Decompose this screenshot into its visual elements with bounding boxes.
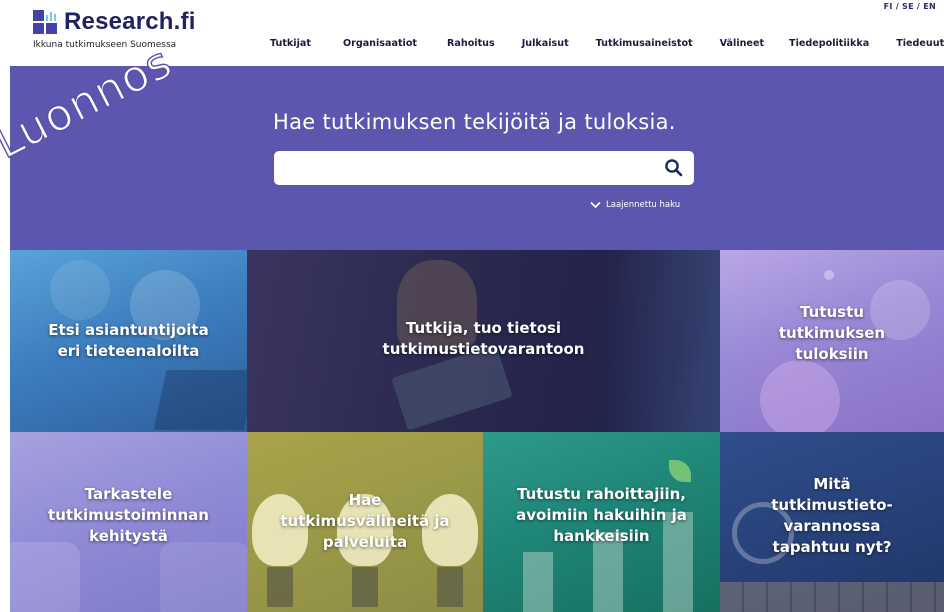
language-switcher[interactable]: FI / SE / EN [884,2,936,11]
tile-line: eri tieteenaloilta [57,342,200,360]
advanced-search-toggle[interactable]: Laajennettu haku [590,200,680,210]
puzzle-piece [160,542,247,612]
person-silhouette [50,260,110,320]
search-icon[interactable] [664,158,684,178]
tile-line: Tarkastele [84,485,173,503]
tile-line: tutkimuksen [778,324,886,342]
tile-infrastructures-text: Hae tutkimusvälineitä ja palveluita [247,490,483,553]
logo-text: Research.fi [64,8,196,35]
tile-line: tutkimustoiminnan [48,506,209,524]
tile-line: Mitä [813,475,851,493]
tile-line: tapahtuu nyt? [772,538,892,556]
tile-line: Tutustu [800,303,864,321]
nav-item-julkaisut[interactable]: Julkaisut [522,38,569,49]
nav-item-organisaatiot[interactable]: Organisaatiot [343,38,417,49]
tile-results-text: Tutustu tutkimuksen tuloksiin [720,302,944,365]
nav-item-valineet[interactable]: Välineet [720,38,764,49]
sprout-shape [669,460,691,482]
search-box [274,151,694,185]
hero-title: Hae tutkimuksen tekijöitä ja tuloksia. [273,110,676,134]
tile-line: tutkimusvälineitä ja [280,512,450,530]
chevron-down-icon [590,201,601,209]
tile-line: kehitystä [89,527,168,545]
logo-mark-icon [33,10,59,34]
cell-shape [760,360,840,432]
floor-planks [720,582,944,612]
tile-researcher-data[interactable]: Tutkija, tuo tietosi tutkimustietovarant… [247,250,720,432]
nav-item-tiedepolitiikka[interactable]: Tiedepolitiikka [789,38,869,49]
tile-line: tuloksiin [795,345,869,363]
tile-line: Tutustu rahoittajiin, [516,485,687,503]
nav-item-tutkimusaineistot[interactable]: Tutkimusaineistot [596,38,693,49]
main-nav: Tutkijat Organisaatiot Rahoitus Julkaisu… [270,38,944,49]
bulb-base [437,567,463,607]
tile-line: tutkimustieto- [771,496,893,514]
puzzle-piece [10,542,80,612]
search-input[interactable] [282,157,652,179]
tile-experts-text: Etsi asiantuntijoita eri tieteenaloilta [10,320,247,362]
tile-results[interactable]: Tutustu tutkimuksen tuloksiin [720,250,944,432]
tile-researcher-data-text: Tutkija, tuo tietosi tutkimustietovarant… [247,318,720,360]
tile-infrastructures[interactable]: Hae tutkimusvälineitä ja palveluita [247,432,483,612]
nav-item-tutkijat[interactable]: Tutkijat [270,38,311,49]
tile-line: Tutkija, tuo tietosi [405,319,562,337]
tile-development[interactable]: Tarkastele tutkimustoiminnan kehitystä [10,432,247,612]
cell-dot [824,270,834,280]
site-logo[interactable]: Research.fi [33,8,196,36]
nav-item-rahoitus[interactable]: Rahoitus [447,38,495,49]
tile-news[interactable]: Mitä tutkimustieto- varannossa tapahtuu … [720,432,944,612]
tile-funding[interactable]: Tutustu rahoittajiin, avoimiin hakuihin … [483,432,720,612]
tile-line: Etsi asiantuntijoita [48,321,209,339]
tile-line: tutkimustietovarantoon [382,340,585,358]
tile-line: hankkeisiin [553,527,650,545]
nav-item-tiedeuutisia[interactable]: Tiedeuutisia [896,38,944,49]
bulb-base [267,567,293,607]
tile-line: varannossa [783,517,881,535]
tile-development-text: Tarkastele tutkimustoiminnan kehitystä [10,484,247,547]
tile-line: avoimiin hakuihin ja [516,506,687,524]
tile-line: palveluita [322,533,408,551]
laptop-shape [153,370,247,430]
tile-experts[interactable]: Etsi asiantuntijoita eri tieteenaloilta [10,250,247,432]
tile-line: Hae [348,491,382,509]
tile-funding-text: Tutustu rahoittajiin, avoimiin hakuihin … [483,484,720,547]
advanced-search-label: Laajennettu haku [606,200,681,210]
coin-stack [523,552,553,612]
bulb-base [352,567,378,607]
tile-news-text: Mitä tutkimustieto- varannossa tapahtuu … [720,474,944,558]
